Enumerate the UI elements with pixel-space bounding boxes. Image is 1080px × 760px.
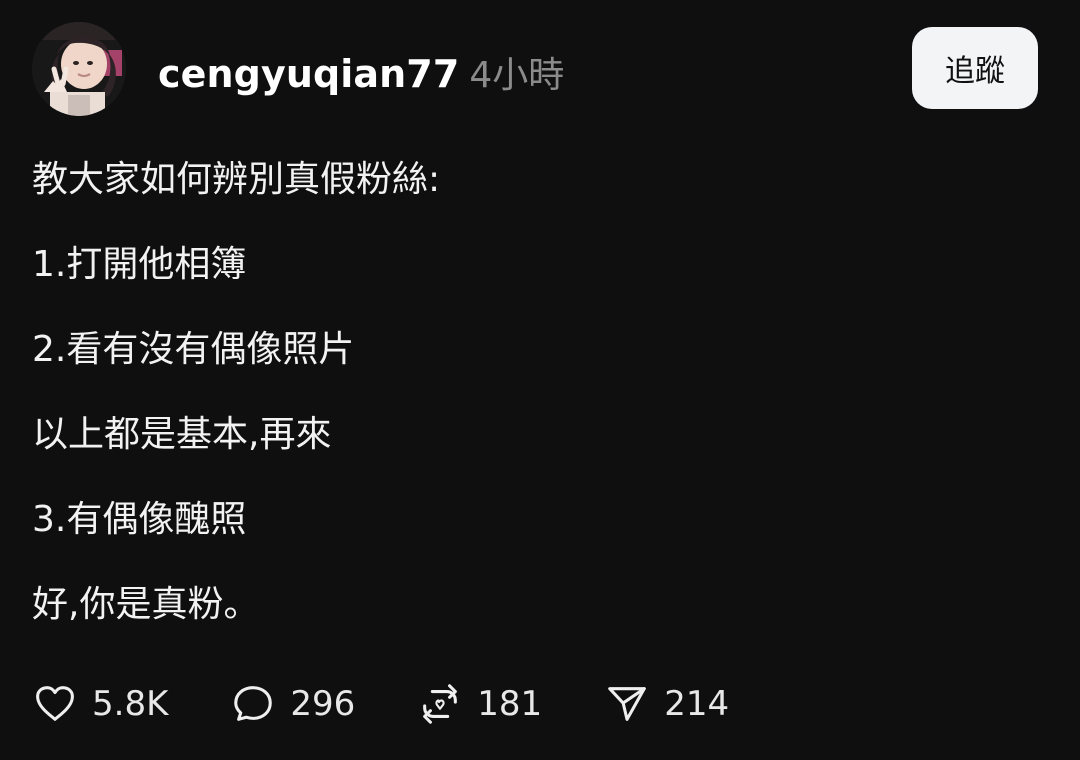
post-line-1: 教大家如何辨別真假粉絲: (32, 159, 441, 200)
username[interactable]: cengyuqian77 (158, 52, 459, 96)
repost-count: 181 (477, 684, 543, 724)
post-line-4: 以上都是基本,再來 (32, 414, 332, 455)
follow-button[interactable]: 追蹤 (912, 27, 1038, 109)
user-meta: cengyuqian77 4小時 (158, 46, 564, 98)
repost-icon[interactable] (417, 681, 463, 727)
repost-action[interactable]: 181 (417, 680, 542, 728)
comment-count: 296 (290, 684, 356, 724)
like-count: 5.8K (92, 684, 169, 724)
post-time: 4小時 (469, 55, 565, 96)
comment-bubble-icon[interactable] (230, 681, 276, 727)
post-line-3: 2.看有沒有偶像照片 (32, 329, 355, 370)
like-action[interactable]: 5.8K (32, 680, 168, 728)
post-line-5: 3.有偶像醜照 (32, 499, 247, 540)
share-action[interactable]: 214 (604, 680, 729, 728)
post-actions: 5.8K 296 181 214 (32, 680, 729, 728)
send-icon[interactable] (604, 681, 650, 727)
post-line-6: 好,你是真粉。 (32, 584, 260, 625)
post-content: 教大家如何辨別真假粉絲: 1.打開他相簿 2.看有沒有偶像照片 以上都是基本,再… (32, 162, 1032, 672)
post-line-2: 1.打開他相簿 (32, 244, 247, 285)
comment-action[interactable]: 296 (230, 680, 355, 728)
avatar[interactable] (32, 22, 126, 116)
heart-icon[interactable] (32, 681, 78, 727)
post-header: cengyuqian77 4小時 追蹤 (32, 22, 1038, 118)
share-count: 214 (664, 684, 730, 724)
